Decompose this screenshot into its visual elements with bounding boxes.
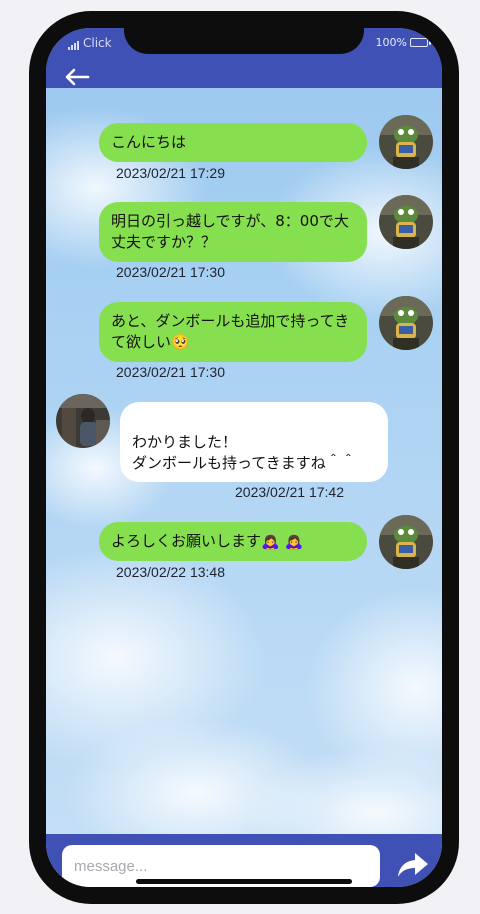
back-arrow-icon[interactable] xyxy=(64,68,90,86)
home-indicator xyxy=(136,879,352,884)
sent-message-bubble[interactable]: 明日の引っ越しですが、8：00で大丈夫ですか？？ xyxy=(99,202,367,262)
contact-avatar[interactable] xyxy=(56,394,110,448)
message-timestamp: 2023/02/22 13:48 xyxy=(116,564,225,580)
message-timestamp: 2023/02/21 17:29 xyxy=(116,165,225,181)
message-list[interactable]: こんにちは 2023/02/21 17:29 明日の引っ越しですが、8：00で大… xyxy=(46,88,442,834)
user-avatar[interactable] xyxy=(379,195,433,249)
message-text: わかりました！ ダンボールも持ってきますね＾＾ xyxy=(132,433,356,472)
sent-message-bubble[interactable]: こんにちは xyxy=(99,123,367,162)
status-carrier: Click xyxy=(68,36,112,50)
message-timestamp: 2023/02/21 17:30 xyxy=(116,264,225,280)
chat-screen: Click 100% こんにちは 2023/02/21 17:29 明日の引っ越… xyxy=(46,28,442,887)
share-arrow-icon[interactable] xyxy=(396,851,430,879)
message-text: 明日の引っ越しですが、8：00で大丈夫ですか？？ xyxy=(111,212,349,251)
phone-frame: Click 100% こんにちは 2023/02/21 17:29 明日の引っ越… xyxy=(29,11,459,904)
user-avatar[interactable] xyxy=(379,115,433,169)
user-avatar[interactable] xyxy=(379,296,433,350)
battery-icon xyxy=(410,38,431,47)
status-battery: 100% xyxy=(375,36,431,49)
sent-message-bubble[interactable]: よろしくお願いします🙇‍♀️ 🙇‍♀️ xyxy=(99,522,367,561)
battery-label: 100% xyxy=(375,36,407,49)
received-message-bubble[interactable]: わかりました！ ダンボールも持ってきますね＾＾ xyxy=(120,402,388,482)
device-notch xyxy=(124,28,364,54)
user-avatar[interactable] xyxy=(379,515,433,569)
message-text: よろしくお願いします🙇‍♀️ 🙇‍♀️ xyxy=(111,532,304,550)
message-text: こんにちは xyxy=(111,133,187,151)
sent-message-bubble[interactable]: あと、ダンボールも追加で持ってきて欲しい🥺 xyxy=(99,302,367,362)
carrier-label: Click xyxy=(83,36,112,50)
message-timestamp: 2023/02/21 17:30 xyxy=(116,364,225,380)
signal-icon xyxy=(68,40,79,50)
message-timestamp: 2023/02/21 17:42 xyxy=(235,484,344,500)
message-text: あと、ダンボールも追加で持ってきて欲しい🥺 xyxy=(111,312,350,351)
